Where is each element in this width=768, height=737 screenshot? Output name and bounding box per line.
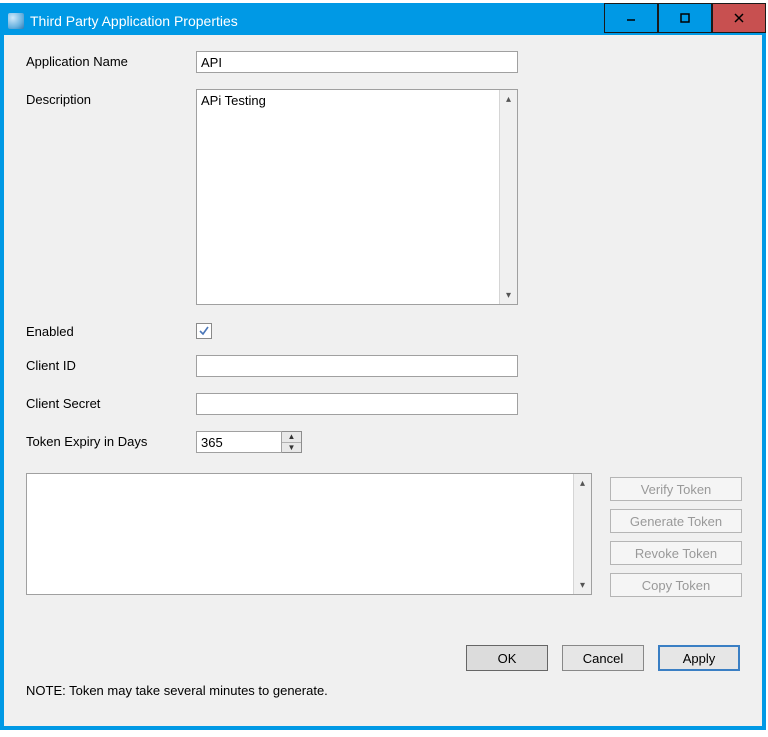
close-button[interactable] (712, 3, 766, 33)
dialog-body: Application Name Description ▴ ▾ Enabled… (4, 35, 762, 726)
token-button-column: Verify Token Generate Token Revoke Token… (610, 473, 742, 597)
application-name-label: Application Name (26, 51, 196, 69)
token-expiry-label: Token Expiry in Days (26, 431, 196, 449)
title-bar: Third Party Application Properties (4, 7, 762, 35)
note-text: NOTE: Token may take several minutes to … (26, 683, 742, 698)
description-textarea[interactable] (197, 90, 499, 304)
token-output-container: ▴ ▾ (26, 473, 592, 595)
app-icon (8, 13, 24, 29)
client-secret-label: Client Secret (26, 393, 196, 411)
scroll-down-icon[interactable]: ▾ (574, 576, 591, 594)
scroll-down-icon[interactable]: ▾ (500, 286, 517, 304)
token-output-textarea[interactable] (27, 474, 573, 594)
description-scrollbar[interactable]: ▴ ▾ (499, 90, 517, 304)
enabled-checkbox[interactable] (196, 323, 212, 339)
spinner-up-button[interactable]: ▲ (282, 432, 301, 443)
scroll-up-icon[interactable]: ▴ (574, 474, 591, 492)
description-label: Description (26, 89, 196, 107)
apply-button[interactable]: Apply (658, 645, 740, 671)
token-expiry-input[interactable] (196, 431, 282, 453)
token-scrollbar[interactable]: ▴ ▾ (573, 474, 591, 594)
minimize-button[interactable] (604, 3, 658, 33)
dialog-action-buttons: OK Cancel Apply (26, 645, 742, 671)
copy-token-button[interactable]: Copy Token (610, 573, 742, 597)
generate-token-button[interactable]: Generate Token (610, 509, 742, 533)
spinner-down-button[interactable]: ▼ (282, 443, 301, 453)
maximize-button[interactable] (658, 3, 712, 33)
ok-button[interactable]: OK (466, 645, 548, 671)
dialog-window: Third Party Application Properties Appli… (0, 3, 766, 730)
spinner-buttons: ▲ ▼ (282, 431, 302, 453)
enabled-label: Enabled (26, 321, 196, 339)
scroll-up-icon[interactable]: ▴ (500, 90, 517, 108)
client-id-input[interactable] (196, 355, 518, 377)
verify-token-button[interactable]: Verify Token (610, 477, 742, 501)
client-id-label: Client ID (26, 355, 196, 373)
cancel-button[interactable]: Cancel (562, 645, 644, 671)
description-textarea-container: ▴ ▾ (196, 89, 518, 305)
revoke-token-button[interactable]: Revoke Token (610, 541, 742, 565)
client-secret-input[interactable] (196, 393, 518, 415)
window-title: Third Party Application Properties (30, 13, 238, 29)
application-name-input[interactable] (196, 51, 518, 73)
token-expiry-spinner: ▲ ▼ (196, 431, 302, 453)
window-control-buttons (604, 3, 766, 33)
